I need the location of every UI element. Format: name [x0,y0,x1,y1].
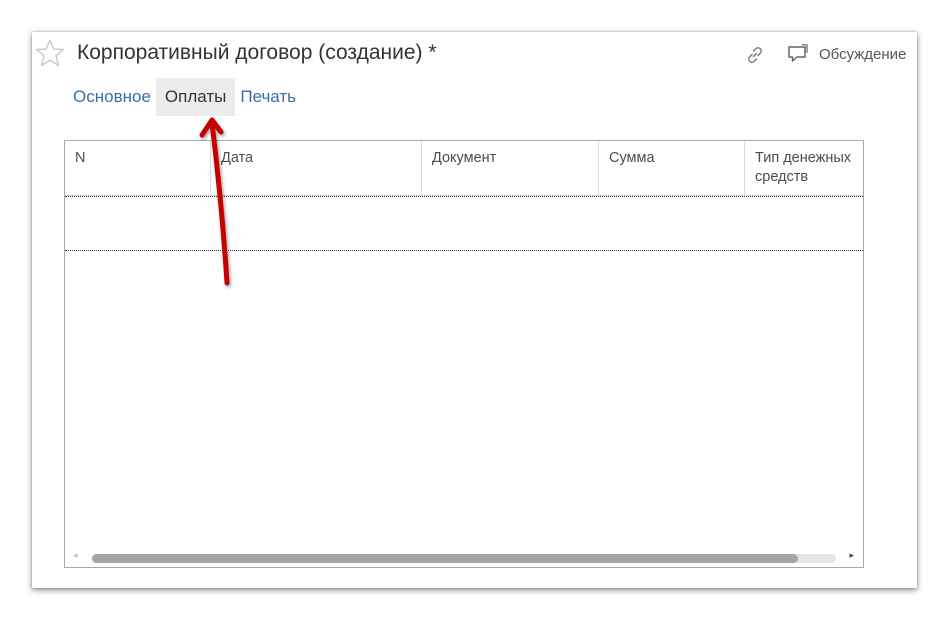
scroll-right-button[interactable]: ▸ [849,550,854,561]
tab-main[interactable]: Основное [68,78,156,116]
scroll-track[interactable] [92,554,836,563]
tab-print[interactable]: Печать [235,78,301,116]
tab-payments[interactable]: Оплаты [155,78,236,116]
star-icon[interactable] [35,38,65,68]
page-title: Корпоративный договор (создание) * [77,41,437,64]
link-icon[interactable] [744,44,766,66]
payments-table[interactable]: N Дата Документ Сумма Тип денежных средс… [64,140,864,568]
horizontal-scrollbar[interactable]: ◂ ▸ [65,549,863,567]
scroll-thumb[interactable] [92,554,798,563]
form-window: Корпоративный договор (создание) * Обсуж… [32,32,917,588]
column-header-n[interactable]: N [65,141,211,196]
discuss-button[interactable]: Обсуждение [819,46,906,63]
chat-bubble-icon[interactable] [786,43,808,65]
table-row[interactable] [65,196,863,251]
tab-bar: Основное Оплаты Печать [68,78,301,116]
table-header: N Дата Документ Сумма Тип денежных средс… [65,141,863,196]
scroll-left-button[interactable]: ◂ [73,550,78,561]
column-header-amount[interactable]: Сумма [599,141,745,196]
column-header-document[interactable]: Документ [422,141,599,196]
column-header-money-type[interactable]: Тип денежных средств [745,141,863,196]
column-header-date[interactable]: Дата [211,141,422,196]
